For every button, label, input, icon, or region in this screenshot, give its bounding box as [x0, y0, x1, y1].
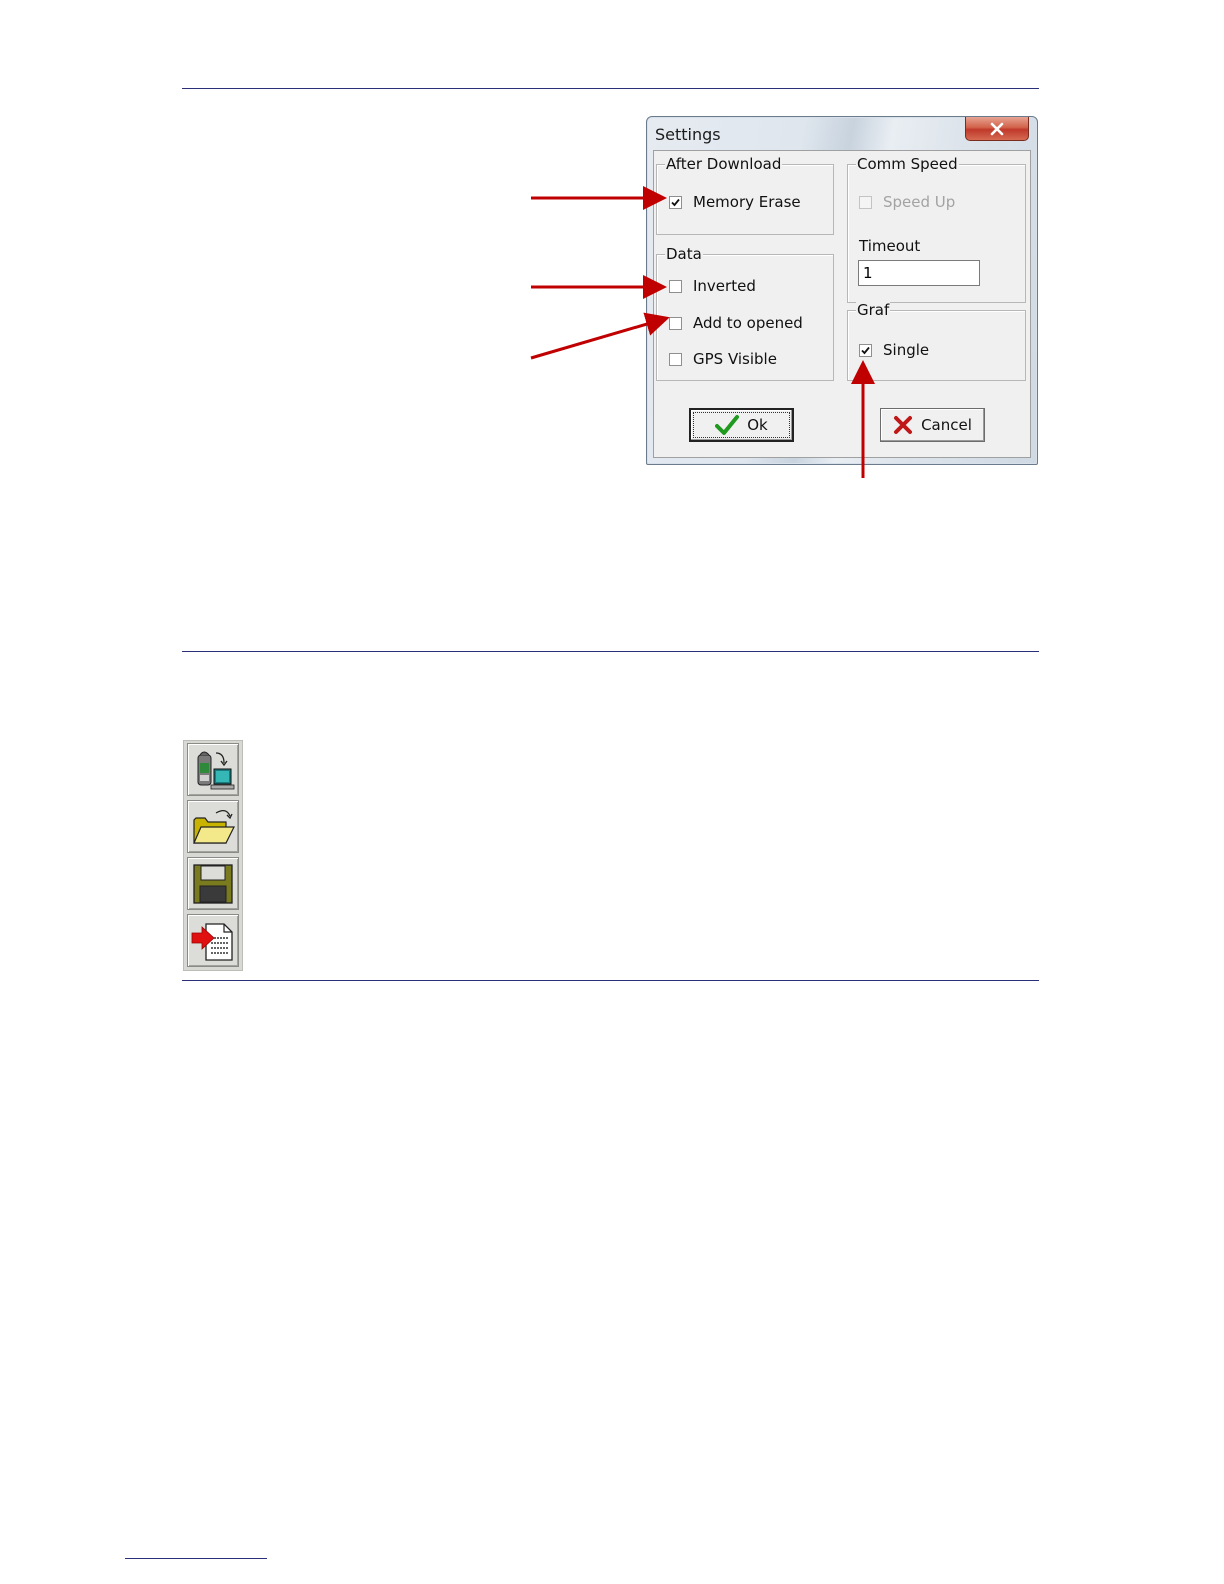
add-to-opened-label: Add to opened — [693, 314, 803, 332]
single-checkbox-row[interactable]: Single — [859, 341, 929, 359]
add-to-opened-checkbox-row[interactable]: Add to opened — [669, 314, 803, 332]
vertical-toolbar — [183, 740, 243, 971]
download-from-device-button[interactable] — [187, 743, 239, 796]
comm-speed-legend: Comm Speed — [856, 155, 959, 173]
timeout-label: Timeout — [859, 237, 921, 255]
single-label: Single — [883, 341, 930, 359]
timeout-input[interactable] — [858, 260, 980, 286]
download-from-device-icon — [197, 751, 235, 789]
after-download-legend: After Download — [665, 155, 783, 173]
cancel-button[interactable]: Cancel — [880, 408, 985, 442]
footnote-rule — [125, 1558, 267, 1559]
data-group: Data Inverted Add to opened GPS Visible — [656, 245, 834, 381]
arrow-add-to-opened — [530, 312, 670, 360]
bottom-rule — [182, 980, 1039, 981]
green-check-icon — [715, 415, 740, 435]
top-rule — [182, 88, 1039, 89]
export-button[interactable] — [187, 914, 239, 967]
gps-visible-checkbox[interactable] — [669, 352, 682, 366]
gps-visible-label: GPS Visible — [693, 350, 777, 368]
save-disk-icon — [193, 863, 233, 904]
ok-button[interactable]: Ok — [689, 408, 794, 442]
memory-erase-label: Memory Erase — [693, 193, 801, 211]
speed-up-checkbox[interactable] — [859, 195, 872, 209]
after-download-group: After Download Memory Erase — [656, 155, 834, 235]
data-legend: Data — [665, 245, 703, 263]
dialog-client-area: After Download Memory Erase Comm Speed S… — [653, 150, 1031, 458]
close-button[interactable] — [965, 117, 1029, 141]
middle-rule — [182, 651, 1039, 652]
comm-speed-group: Comm Speed Speed Up Timeout — [847, 155, 1026, 303]
graf-group: Graf Single — [847, 301, 1026, 381]
open-file-button[interactable] — [187, 800, 239, 853]
add-to-opened-checkbox[interactable] — [669, 316, 682, 330]
graf-legend: Graf — [856, 301, 891, 319]
inverted-label: Inverted — [693, 277, 756, 295]
memory-erase-checkbox[interactable] — [669, 195, 682, 209]
cancel-label: Cancel — [921, 416, 972, 434]
single-checkbox[interactable] — [859, 343, 872, 357]
close-icon — [990, 122, 1004, 135]
export-report-icon — [191, 922, 233, 961]
speed-up-checkbox-row[interactable]: Speed Up — [859, 193, 955, 211]
gps-visible-checkbox-row[interactable]: GPS Visible — [669, 350, 777, 368]
inverted-checkbox-row[interactable]: Inverted — [669, 277, 756, 295]
red-x-icon — [894, 416, 913, 434]
checkmark-icon — [861, 346, 870, 354]
checkmark-icon — [671, 198, 680, 206]
memory-erase-checkbox-row[interactable]: Memory Erase — [669, 193, 801, 211]
speed-up-label: Speed Up — [883, 193, 956, 211]
open-folder-icon — [193, 809, 235, 844]
ok-label: Ok — [747, 416, 768, 434]
inverted-checkbox[interactable] — [669, 279, 682, 293]
save-button[interactable] — [187, 857, 239, 910]
settings-dialog: Settings After Download Memory Erase Com… — [646, 116, 1038, 465]
dialog-title: Settings — [655, 125, 721, 144]
